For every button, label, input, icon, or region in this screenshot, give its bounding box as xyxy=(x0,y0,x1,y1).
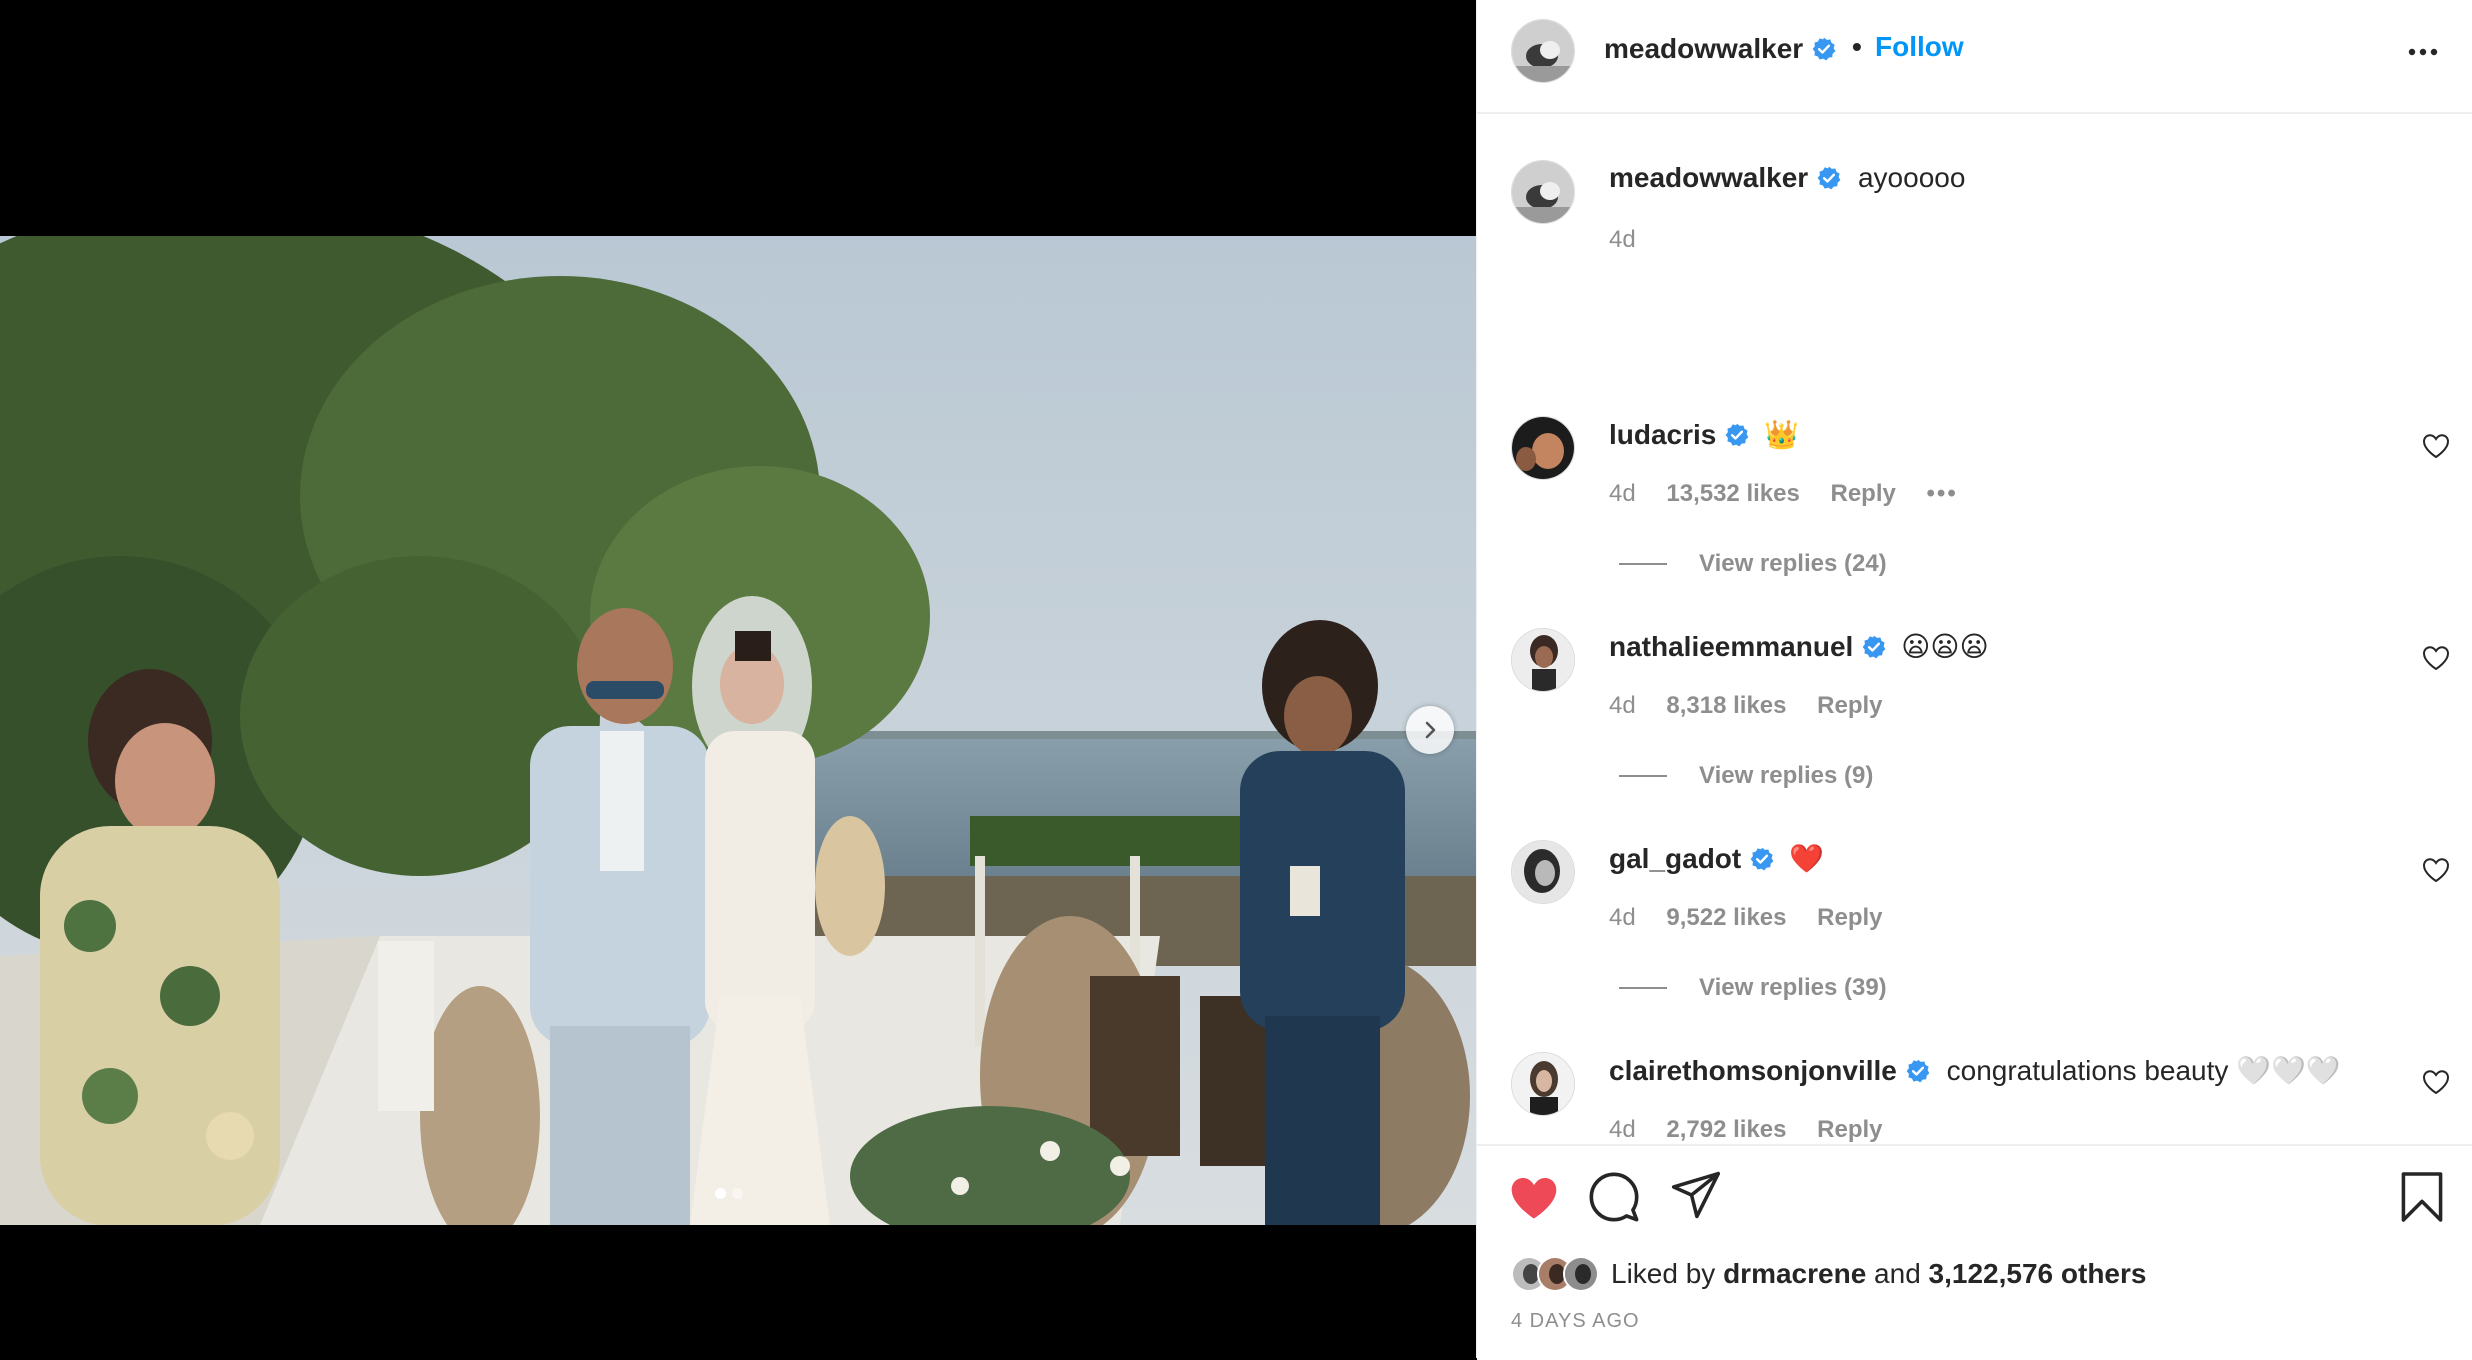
header-separator: • xyxy=(1852,31,1862,62)
comment: clairethomsonjonville congratulations be… xyxy=(1609,1054,2341,1087)
comment-text: 😦😦😦 xyxy=(1901,631,1989,662)
comment-text: congratulations beauty 🤍🤍🤍 xyxy=(1946,1055,2341,1086)
view-replies-label: View replies (39) xyxy=(1699,974,1887,1001)
heart-filled-icon[interactable] xyxy=(1507,1173,1561,1223)
bookmark-icon[interactable] xyxy=(2399,1170,2445,1224)
view-replies-button[interactable]: View replies (39) xyxy=(1619,974,1887,1002)
caption-text: ayooooo xyxy=(1857,162,1966,193)
caption-username[interactable]: meadowwalker xyxy=(1609,162,1808,193)
carousel-dot-active xyxy=(715,1188,726,1199)
post-side-panel: meadowwalker • Follow meadowwalker ayooo… xyxy=(1476,0,2472,1360)
comment-time[interactable]: 4d xyxy=(1609,904,1636,931)
heart-outline-icon[interactable] xyxy=(2421,1068,2451,1096)
comment-avatar-image xyxy=(1512,841,1574,903)
view-replies-button[interactable]: View replies (9) xyxy=(1619,762,1873,790)
liked-by-others[interactable]: 3,122,576 others xyxy=(1929,1258,2147,1289)
heart-outline-icon[interactable] xyxy=(2421,432,2451,460)
carousel-next-button[interactable] xyxy=(1406,706,1454,754)
wedding-photo xyxy=(0,236,1476,1225)
verified-badge-icon xyxy=(1726,423,1749,447)
reply-button[interactable]: Reply xyxy=(1817,692,1882,719)
author-avatar[interactable] xyxy=(1511,19,1575,83)
heart-outline-icon[interactable] xyxy=(2421,644,2451,672)
comment-avatar-image xyxy=(1512,1053,1574,1115)
author-avatar-image xyxy=(1512,20,1574,82)
comment: nathalieemmanuel 😦😦😦 xyxy=(1609,630,1989,663)
comment: gal_gadot ❤️ xyxy=(1609,842,1824,875)
view-replies-line xyxy=(1619,563,1667,565)
comment-likes[interactable]: 13,532 likes xyxy=(1666,480,1799,507)
post-actions: Liked by drmacrene and 3,122,576 others … xyxy=(1477,1144,2472,1360)
post-header: meadowwalker • Follow xyxy=(1477,0,2472,114)
comment-time[interactable]: 4d xyxy=(1609,480,1636,507)
comment-meta: 4d 13,532 likes Reply ••• xyxy=(1609,480,1982,508)
comment-avatar[interactable] xyxy=(1511,840,1575,904)
caption: meadowwalker ayooooo xyxy=(1609,162,1965,194)
caption-time[interactable]: 4d xyxy=(1609,226,1636,253)
comment-username[interactable]: gal_gadot xyxy=(1609,843,1741,874)
comment-likes[interactable]: 9,522 likes xyxy=(1666,904,1786,931)
comment-likes[interactable]: 8,318 likes xyxy=(1666,692,1786,719)
view-replies-label: View replies (9) xyxy=(1699,762,1874,789)
view-replies-line xyxy=(1619,775,1667,777)
comments-list[interactable]: meadowwalker ayooooo 4d ludacris 👑 4d 13… xyxy=(1477,114,2472,1144)
reply-button[interactable]: Reply xyxy=(1817,904,1882,931)
liker-avatar[interactable] xyxy=(1563,1256,1599,1292)
comment-options-button[interactable]: ••• xyxy=(1927,480,1958,507)
verified-badge-icon xyxy=(1812,37,1836,61)
comment-avatar[interactable] xyxy=(1511,416,1575,480)
caption-avatar[interactable] xyxy=(1511,160,1575,224)
comment-time[interactable]: 4d xyxy=(1609,1116,1636,1143)
follow-button[interactable]: Follow xyxy=(1875,31,1964,63)
reply-button[interactable]: Reply xyxy=(1817,1116,1882,1143)
verified-badge-icon xyxy=(1862,635,1886,659)
post-photo[interactable] xyxy=(0,236,1476,1225)
liked-by-row: Liked by drmacrene and 3,122,576 others xyxy=(1511,1254,2146,1294)
view-replies-label: View replies (24) xyxy=(1699,550,1887,577)
comment-meta: 4d 2,792 likes Reply xyxy=(1609,1116,1907,1144)
more-options-icon xyxy=(2408,48,2438,56)
comment-icon[interactable] xyxy=(1587,1170,1641,1224)
comment-username[interactable]: ludacris xyxy=(1609,419,1716,450)
comment-avatar-image xyxy=(1512,417,1574,479)
carousel-indicator xyxy=(715,1188,743,1199)
share-icon[interactable] xyxy=(1669,1170,1723,1220)
verified-badge-icon xyxy=(1750,847,1774,871)
verified-badge-icon xyxy=(1906,1059,1930,1083)
comment-avatar[interactable] xyxy=(1511,1052,1575,1116)
liker-avatar-image xyxy=(1565,1258,1597,1290)
reply-button[interactable]: Reply xyxy=(1831,480,1896,507)
view-replies-button[interactable]: View replies (24) xyxy=(1619,550,1887,578)
author-username[interactable]: meadowwalker xyxy=(1604,33,1803,64)
heart-outline-icon[interactable] xyxy=(2421,856,2451,884)
carousel-dot xyxy=(732,1188,743,1199)
liked-by-conj: and xyxy=(1874,1258,1921,1289)
comment-username[interactable]: clairethomsonjonville xyxy=(1609,1055,1897,1086)
comment-likes[interactable]: 2,792 likes xyxy=(1666,1116,1786,1143)
verified-badge-icon xyxy=(1817,166,1841,190)
comment-avatar[interactable] xyxy=(1511,628,1575,692)
comment-meta: 4d 9,522 likes Reply xyxy=(1609,904,1907,932)
post-media xyxy=(0,0,1476,1358)
liked-by-prefix: Liked by xyxy=(1611,1258,1716,1289)
liked-by-user[interactable]: drmacrene xyxy=(1723,1258,1866,1289)
caption-avatar-image xyxy=(1512,161,1574,223)
comment-text: 👑 xyxy=(1764,419,1800,450)
chevron-right-icon xyxy=(1425,721,1436,739)
comment-username[interactable]: nathalieemmanuel xyxy=(1609,631,1853,662)
author-username-row[interactable]: meadowwalker xyxy=(1604,33,1837,65)
view-replies-line xyxy=(1619,987,1667,989)
more-options-button[interactable] xyxy=(2403,34,2443,70)
comment-meta: 4d 8,318 likes Reply xyxy=(1609,692,1907,720)
post-date[interactable]: 4 DAYS AGO xyxy=(1511,1310,1640,1333)
liked-by-text: Liked by drmacrene and 3,122,576 others xyxy=(1611,1258,2146,1290)
caption-meta: 4d xyxy=(1609,226,1660,254)
comment: ludacris 👑 xyxy=(1609,418,1799,451)
comment-time[interactable]: 4d xyxy=(1609,692,1636,719)
comment-avatar-image xyxy=(1512,629,1574,691)
comment-text: ❤️ xyxy=(1789,843,1824,874)
